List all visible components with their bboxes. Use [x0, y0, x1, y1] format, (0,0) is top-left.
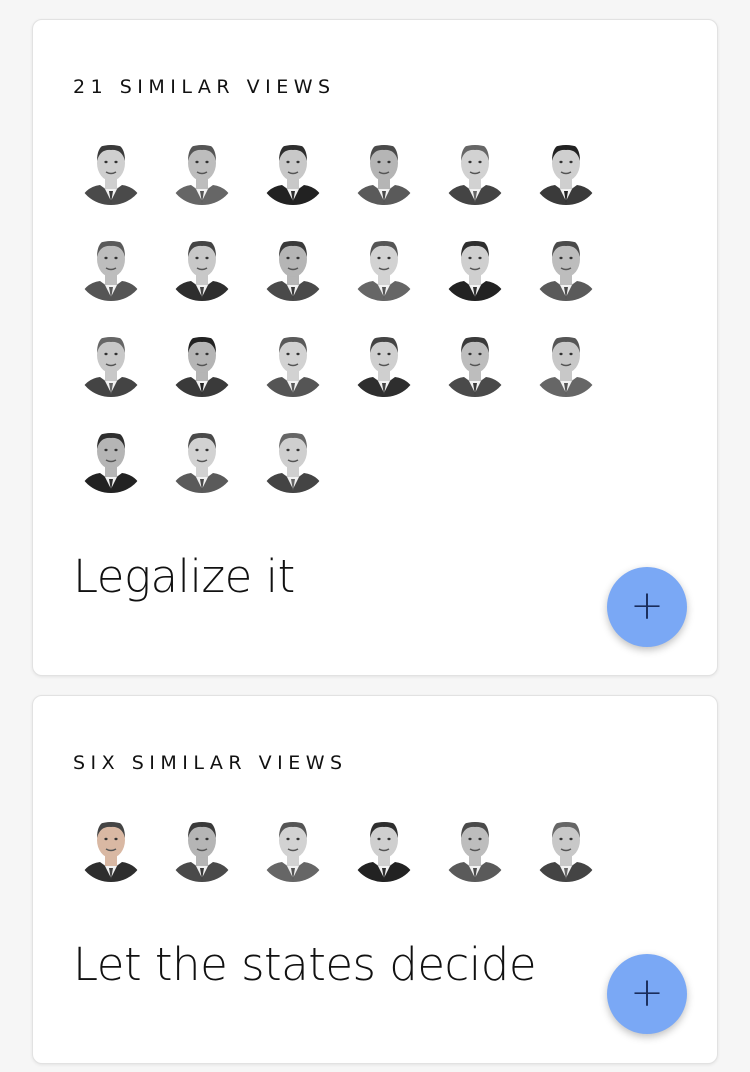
view-card-legalize: 21 SIMILAR VIEWS Legalize it + — [32, 19, 718, 676]
candidate-portrait — [440, 327, 510, 397]
candidate-portrait — [76, 327, 146, 397]
similar-views-count: SIX SIMILAR VIEWS — [73, 752, 348, 774]
similar-views-count: 21 SIMILAR VIEWS — [73, 76, 336, 98]
candidate-portraits-grid — [76, 135, 601, 493]
candidate-portrait — [258, 231, 328, 301]
candidate-portrait — [167, 327, 237, 397]
candidate-portrait — [167, 135, 237, 205]
candidate-portrait — [440, 135, 510, 205]
candidate-portrait — [531, 812, 601, 882]
candidate-portrait — [167, 812, 237, 882]
candidate-portrait — [440, 231, 510, 301]
candidate-portrait — [167, 423, 237, 493]
candidate-portrait — [531, 135, 601, 205]
candidate-portrait — [531, 327, 601, 397]
candidate-portrait — [349, 231, 419, 301]
candidate-portrait — [531, 231, 601, 301]
view-title: Legalize it — [73, 550, 295, 603]
candidate-portrait — [76, 812, 146, 882]
candidate-portrait — [349, 327, 419, 397]
view-card-states-decide: SIX SIMILAR VIEWS Let the states decide … — [32, 695, 718, 1064]
add-view-button[interactable]: + — [607, 954, 687, 1034]
candidate-portrait — [76, 423, 146, 493]
candidate-portrait — [76, 231, 146, 301]
candidate-portrait — [258, 135, 328, 205]
candidate-portrait — [258, 327, 328, 397]
candidate-portrait — [258, 812, 328, 882]
plus-icon: + — [630, 582, 664, 629]
candidate-portrait — [440, 812, 510, 882]
view-title: Let the states decide — [73, 938, 537, 991]
candidate-portraits-grid — [76, 812, 601, 882]
candidate-portrait — [349, 812, 419, 882]
candidate-portrait — [167, 231, 237, 301]
candidate-portrait — [76, 135, 146, 205]
add-view-button[interactable]: + — [607, 567, 687, 647]
plus-icon: + — [630, 969, 664, 1016]
candidate-portrait — [258, 423, 328, 493]
candidate-portrait — [349, 135, 419, 205]
